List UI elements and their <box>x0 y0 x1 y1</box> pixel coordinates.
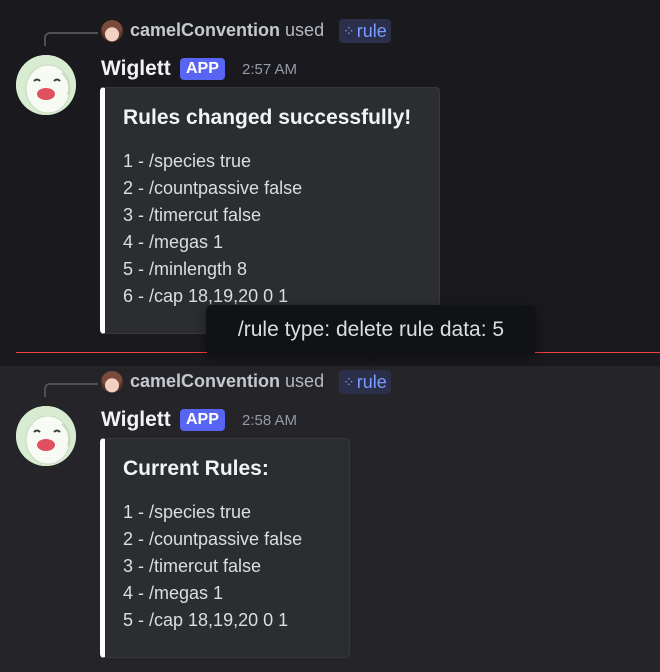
embed: Rules changed successfully! 1 - /species… <box>100 87 440 334</box>
message-1: camelConvention used ⁘ rule Wiglett APP … <box>0 0 660 352</box>
command-chip[interactable]: ⁘ rule <box>339 19 391 43</box>
embed-line: 3 - /timercut false <box>123 556 262 576</box>
embed-line: 5 - /cap 18,19,20 0 1 <box>123 610 289 630</box>
embed-line: 4 - /megas 1 <box>123 583 224 603</box>
command-tooltip: /rule type: delete rule data: 5 <box>206 305 536 355</box>
wiglett-avatar-image <box>16 55 76 115</box>
embed-title: Current Rules: <box>123 457 269 480</box>
reply-used-text: used <box>285 20 325 40</box>
timestamp[interactable]: 2:57 AM <box>242 61 297 78</box>
bot-avatar[interactable] <box>16 55 76 115</box>
embed-line: 1 - /species true <box>123 502 252 522</box>
author-name[interactable]: Wiglett <box>101 408 171 432</box>
author-name[interactable]: Wiglett <box>101 57 171 81</box>
timestamp[interactable]: 2:58 AM <box>242 412 297 429</box>
embed-line: 5 - /minlength 8 <box>123 259 248 279</box>
tooltip-arrow <box>363 354 379 362</box>
command-name: rule <box>356 371 387 392</box>
message-2: camelConvention used ⁘ rule Wiglett APP … <box>0 366 660 672</box>
reply-connector <box>44 383 98 397</box>
embed: Current Rules: 1 - /species true 2 - /co… <box>100 438 350 658</box>
bot-avatar[interactable] <box>16 406 76 466</box>
wiglett-avatar-image <box>16 406 76 466</box>
embed-line: 2 - /countpassive false <box>123 178 303 198</box>
app-badge: APP <box>180 58 225 80</box>
reply-username[interactable]: camelConvention <box>130 371 280 391</box>
reply-username[interactable]: camelConvention <box>130 20 280 40</box>
app-badge: APP <box>180 409 225 431</box>
command-chip[interactable]: ⁘ rule <box>339 370 391 394</box>
reply-connector <box>44 32 98 46</box>
reply-user-avatar[interactable] <box>101 20 123 42</box>
embed-line: 4 - /megas 1 <box>123 232 224 252</box>
command-name: rule <box>356 20 387 41</box>
embed-line: 2 - /countpassive false <box>123 529 303 549</box>
apps-icon: ⁘ <box>343 373 355 390</box>
reply-used-text: used <box>285 371 325 391</box>
apps-icon: ⁘ <box>343 22 355 39</box>
reply-context: camelConvention used <box>130 371 324 392</box>
reply-context: camelConvention used <box>130 20 324 41</box>
embed-title: Rules changed successfully! <box>123 106 412 129</box>
embed-line: 1 - /species true <box>123 151 252 171</box>
embed-line: 3 - /timercut false <box>123 205 262 225</box>
reply-user-avatar[interactable] <box>101 371 123 393</box>
